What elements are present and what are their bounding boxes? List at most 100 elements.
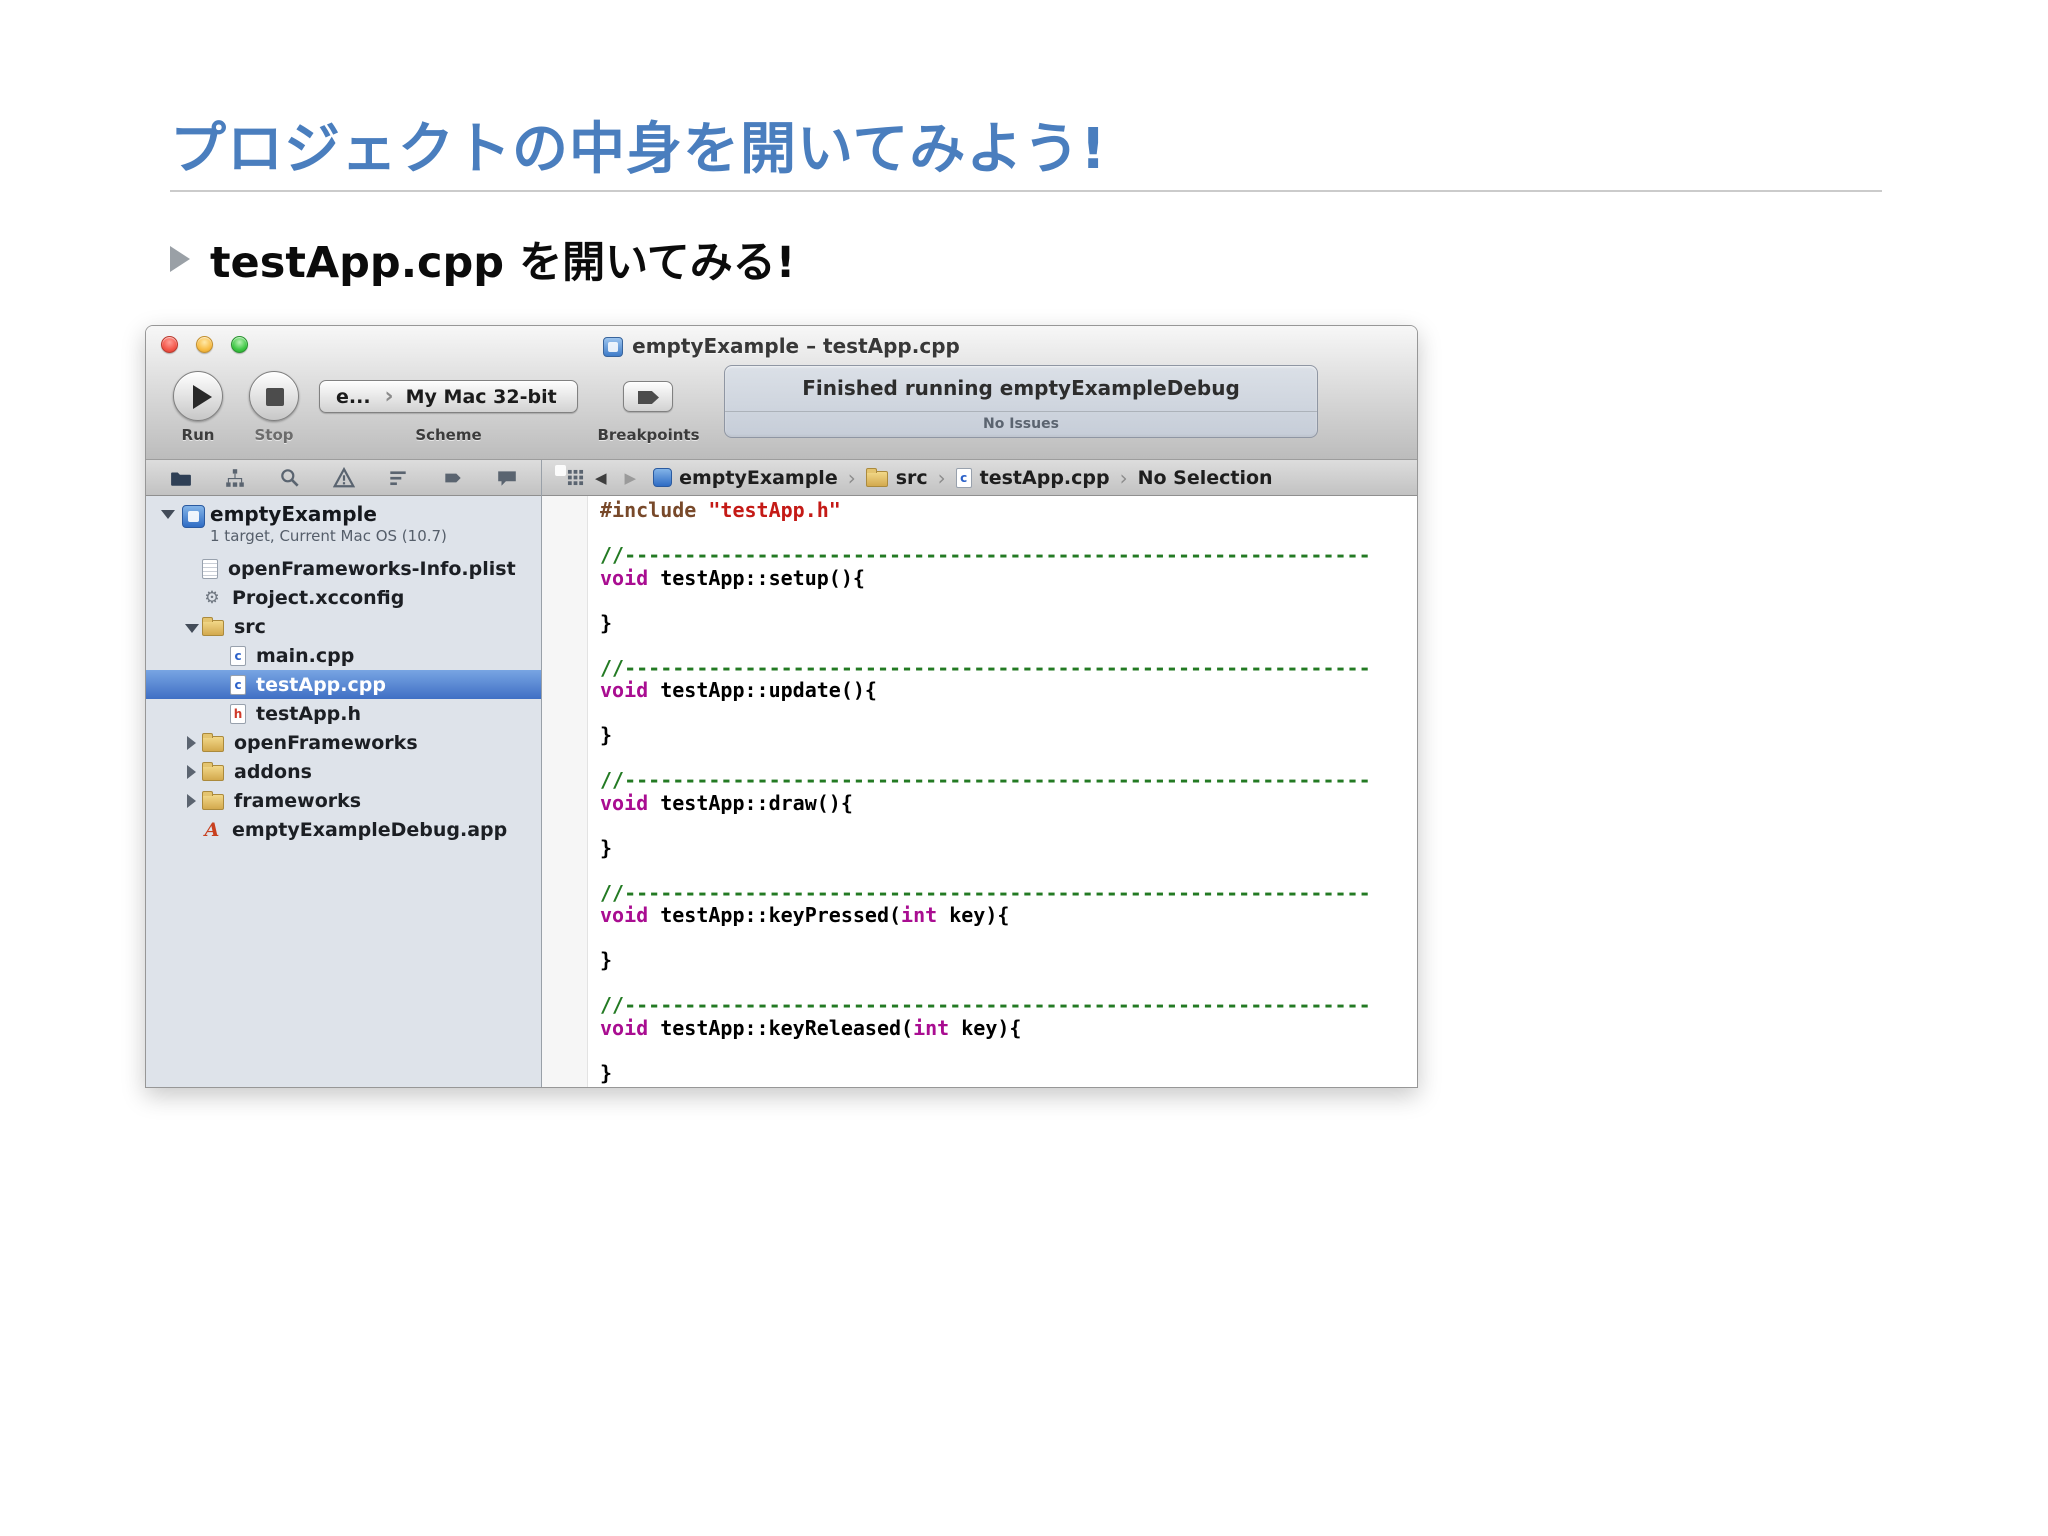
run-label: Run bbox=[181, 426, 215, 444]
disclosure-closed-icon[interactable] bbox=[182, 786, 202, 815]
disclosure-closed-icon[interactable] bbox=[182, 757, 202, 786]
breadcrumb-label: src bbox=[895, 466, 928, 489]
project-document-icon bbox=[603, 337, 624, 357]
code-line: } bbox=[600, 835, 613, 860]
sidebar-item-label: src bbox=[234, 615, 266, 638]
h-icon: h bbox=[230, 703, 246, 724]
back-button[interactable]: ◀ bbox=[595, 469, 607, 487]
navigator-strip: ◀ ▶ emptyExample › src › c testApp.cpp ›… bbox=[146, 460, 1417, 496]
sidebar-item[interactable]: openFrameworks-Info.plist bbox=[146, 554, 541, 583]
sidebar-item[interactable]: src bbox=[146, 612, 541, 641]
sidebar-item-label: openFrameworks-Info.plist bbox=[228, 557, 516, 580]
code-line: //--------------------------------------… bbox=[600, 768, 1371, 792]
window-title-text: emptyExample – testApp.cpp bbox=[632, 334, 960, 358]
symbol-navigator-icon[interactable] bbox=[224, 467, 246, 489]
code-line: void testApp::keyPressed(int key){ bbox=[600, 903, 1010, 927]
scheme-left-segment[interactable]: e... bbox=[320, 386, 385, 408]
code-line: //--------------------------------------… bbox=[600, 655, 1371, 680]
scheme-selector[interactable]: e... › My Mac 32-bit bbox=[319, 380, 578, 413]
run-button[interactable] bbox=[173, 371, 223, 421]
scheme-right-segment[interactable]: My Mac 32-bit bbox=[406, 386, 557, 408]
sidebar-item[interactable]: c testApp.cpp bbox=[146, 670, 541, 699]
activity-status-text: Finished running emptyExampleDebug bbox=[802, 376, 1240, 400]
breadcrumb-selection[interactable]: No Selection bbox=[1138, 467, 1273, 489]
disclosure-open-icon[interactable] bbox=[182, 612, 202, 641]
code-area[interactable]: #include "testApp.h" //-----------------… bbox=[600, 499, 1417, 1084]
sidebar-item[interactable]: c main.cpp bbox=[146, 641, 541, 670]
sidebar-item[interactable]: addons bbox=[146, 757, 541, 786]
code-line: //--------------------------------------… bbox=[600, 993, 1371, 1017]
breadcrumb-label: No Selection bbox=[1137, 466, 1273, 489]
cpp-icon: c bbox=[230, 645, 246, 666]
folder-icon bbox=[865, 467, 888, 487]
search-navigator-icon[interactable] bbox=[279, 467, 301, 489]
breakpoint-navigator-icon[interactable] bbox=[442, 467, 464, 489]
sidebar-item-list: openFrameworks-Info.plist ⚙ Project.xcconf… bbox=[146, 554, 541, 844]
code-line: #include "testApp.h" bbox=[600, 498, 841, 522]
breadcrumb-project[interactable]: emptyExample bbox=[653, 467, 838, 489]
breakpoints-button[interactable] bbox=[623, 381, 673, 412]
cpp-file-icon: c bbox=[955, 467, 972, 488]
activity-viewer: Finished running emptyExampleDebug No Is… bbox=[724, 365, 1318, 438]
folder-icon bbox=[202, 732, 224, 752]
related-items-icon[interactable] bbox=[564, 467, 586, 489]
forward-button[interactable]: ▶ bbox=[625, 469, 637, 487]
folder-icon bbox=[202, 761, 224, 781]
bullet-triangle-icon bbox=[170, 246, 190, 272]
sidebar-project-row[interactable]: emptyExample 1 target, Current Mac OS (1… bbox=[146, 496, 541, 550]
sidebar-item-label: emptyExampleDebug.app bbox=[232, 818, 508, 841]
breadcrumb-label: testApp.cpp bbox=[979, 466, 1110, 489]
breakpoint-icon bbox=[638, 391, 659, 404]
window-header: emptyExample – testApp.cpp Run Stop e...… bbox=[146, 326, 1417, 460]
sidebar-item[interactable]: frameworks bbox=[146, 786, 541, 815]
breadcrumb-src[interactable]: src bbox=[865, 466, 928, 489]
project-icon bbox=[182, 505, 205, 528]
scheme-label: Scheme bbox=[415, 426, 482, 444]
stop-icon bbox=[266, 388, 284, 406]
breakpoints-label: Breakpoints bbox=[597, 426, 700, 444]
sidebar-item[interactable]: h testApp.h bbox=[146, 699, 541, 728]
stop-button[interactable] bbox=[249, 371, 299, 421]
breadcrumb-label: emptyExample bbox=[679, 466, 838, 489]
project-subtitle: 1 target, Current Mac OS (10.7) bbox=[210, 527, 447, 545]
app-icon: A bbox=[204, 818, 220, 841]
breadcrumb-separator-icon: › bbox=[1119, 465, 1128, 490]
sidebar-item-label: openFrameworks bbox=[234, 731, 418, 754]
play-icon bbox=[193, 385, 212, 409]
sidebar-item[interactable]: openFrameworks bbox=[146, 728, 541, 757]
disclosure-closed-icon[interactable] bbox=[182, 728, 202, 757]
sidebar-item[interactable]: AemptyExampleDebug.app bbox=[146, 815, 541, 844]
code-line: //--------------------------------------… bbox=[600, 880, 1371, 905]
stop-label: Stop bbox=[254, 426, 294, 444]
debug-navigator-icon[interactable] bbox=[387, 467, 409, 489]
slide-title: プロジェクトの中身を開いてみよう! bbox=[170, 117, 1107, 182]
project-navigator-icon[interactable] bbox=[170, 467, 192, 489]
gear-icon: ⚙ bbox=[204, 587, 220, 608]
sidebar-item-label: addons bbox=[234, 760, 312, 783]
project-navigator-panel: emptyExample 1 target, Current Mac OS (1… bbox=[146, 496, 541, 1087]
breadcrumb-file[interactable]: c testApp.cpp bbox=[955, 466, 1110, 489]
disclosure-open-icon[interactable] bbox=[158, 498, 178, 527]
code-line: } bbox=[600, 610, 613, 635]
issue-navigator-icon[interactable] bbox=[332, 466, 355, 489]
sidebar-item-label: testApp.cpp bbox=[256, 673, 386, 696]
panel-divider[interactable] bbox=[541, 460, 542, 1087]
bullet-text: testApp.cpp を開いてみる! bbox=[210, 238, 796, 288]
sidebar-item[interactable]: ⚙ Project.xcconfig bbox=[146, 583, 541, 612]
code-line: } bbox=[600, 1060, 613, 1085]
code-editor[interactable]: #include "testApp.h" //-----------------… bbox=[542, 496, 1417, 1087]
code-line: void testApp::keyReleased(int key){ bbox=[600, 1015, 1022, 1040]
plist-icon bbox=[202, 558, 218, 579]
window-title: emptyExample – testApp.cpp bbox=[146, 334, 1417, 358]
log-navigator-icon[interactable] bbox=[496, 467, 518, 489]
editor-gutter bbox=[542, 496, 588, 1087]
title-divider bbox=[170, 190, 1882, 192]
folder-icon bbox=[202, 616, 224, 636]
